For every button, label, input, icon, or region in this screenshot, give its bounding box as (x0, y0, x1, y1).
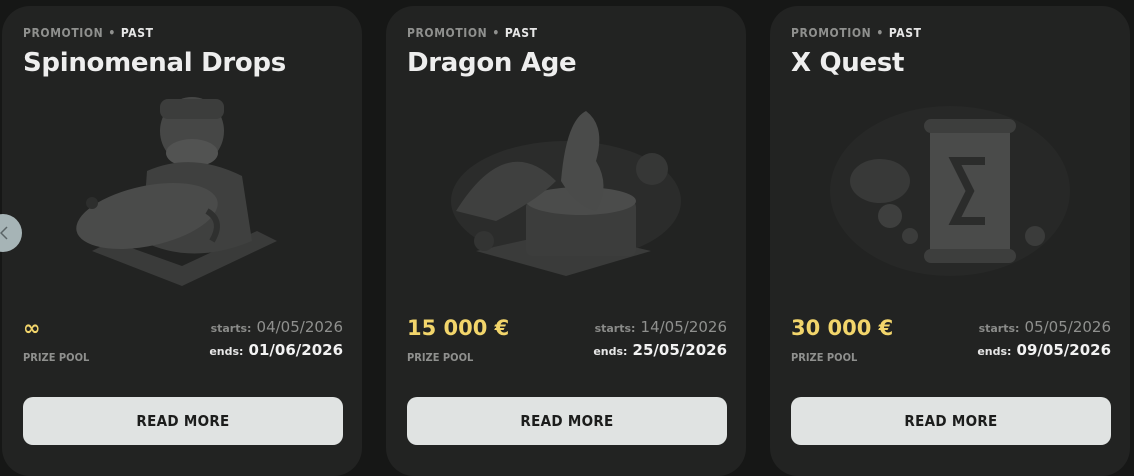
tag-label: PROMOTION (23, 26, 104, 40)
dragon-treasure-chest-icon (451, 111, 681, 276)
start-date-row: starts: 04/05/2026 (209, 316, 343, 339)
promotion-dates: starts: 05/05/2026 ends: 09/05/2026 (977, 316, 1111, 362)
read-more-button[interactable]: READ MORE (23, 397, 343, 445)
prize-pool-label: PRIZE POOL (23, 351, 90, 364)
start-date: 04/05/2026 (256, 318, 343, 336)
end-date: 01/06/2026 (248, 341, 343, 359)
ends-label: ends: (977, 345, 1012, 358)
promotion-card[interactable]: PROMOTION • PAST X Quest 30 000 € PRIZE PO… (770, 6, 1130, 476)
end-date-row: ends: 25/05/2026 (593, 339, 727, 362)
status-label: PAST (888, 26, 922, 40)
starts-label: starts: (594, 322, 636, 335)
starts-label: starts: (978, 322, 1020, 335)
promotion-dates: starts: 14/05/2026 ends: 25/05/2026 (593, 316, 727, 362)
separator-dot: • (108, 26, 116, 40)
separator-dot: • (492, 26, 500, 40)
start-date: 14/05/2026 (640, 318, 727, 336)
prize-amount: 30 000 € (791, 316, 894, 340)
starts-label: starts: (210, 322, 252, 335)
tag-label: PROMOTION (791, 26, 872, 40)
tag-label: PROMOTION (407, 26, 488, 40)
promotion-dates: starts: 04/05/2026 ends: 01/06/2026 (209, 316, 343, 362)
ends-label: ends: (209, 345, 244, 358)
start-date-row: starts: 05/05/2026 (977, 316, 1111, 339)
prize-amount: 15 000 € (407, 316, 510, 340)
read-more-button[interactable]: READ MORE (791, 397, 1111, 445)
promotion-tag: PROMOTION • PAST (23, 26, 154, 40)
end-date-row: ends: 09/05/2026 (977, 339, 1111, 362)
scroll-treasure-icon (830, 106, 1070, 276)
status-label: PAST (504, 26, 538, 40)
start-date: 05/05/2026 (1024, 318, 1111, 336)
read-more-button[interactable]: READ MORE (407, 397, 727, 445)
promotion-title: X Quest (791, 48, 905, 78)
end-date-row: ends: 01/06/2026 (209, 339, 343, 362)
promotion-tag: PROMOTION • PAST (407, 26, 538, 40)
start-date-row: starts: 14/05/2026 (593, 316, 727, 339)
chevron-left-icon (0, 226, 8, 240)
status-label: PAST (120, 26, 154, 40)
promotion-tag: PROMOTION • PAST (791, 26, 922, 40)
prize-pool-label: PRIZE POOL (791, 351, 858, 364)
promotion-card[interactable]: PROMOTION • PAST Spinomenal Drops ∞ PRIZE … (2, 6, 362, 476)
promotion-card[interactable]: PROMOTION • PAST Dragon Age 15 000 € PRIZE… (386, 6, 746, 476)
end-date: 25/05/2026 (632, 341, 727, 359)
ends-label: ends: (593, 345, 628, 358)
prize-amount: ∞ (23, 316, 41, 340)
prize-pool-label: PRIZE POOL (407, 351, 474, 364)
promotion-title: Spinomenal Drops (23, 48, 286, 78)
fisherman-with-fish-icon (76, 97, 277, 286)
separator-dot: • (876, 26, 884, 40)
promotion-title: Dragon Age (407, 48, 577, 78)
end-date: 09/05/2026 (1016, 341, 1111, 359)
